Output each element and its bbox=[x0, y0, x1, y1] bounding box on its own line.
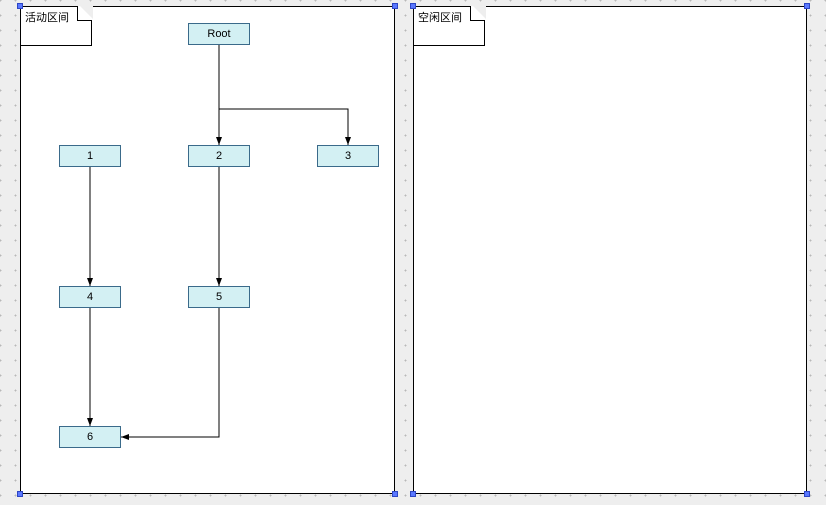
panel-title-label: 活动区间 bbox=[25, 9, 69, 25]
selection-handle-tl[interactable] bbox=[17, 3, 23, 9]
node-label: 3 bbox=[345, 150, 351, 162]
selection-handle-bl[interactable] bbox=[17, 491, 23, 497]
panel-title-tab: 空闲区间 bbox=[413, 6, 485, 46]
node-4[interactable]: 4 bbox=[59, 286, 121, 308]
node-label: 1 bbox=[87, 150, 93, 162]
node-label: 6 bbox=[87, 431, 93, 443]
panel-active-area[interactable]: 活动区间 Root 1 2 3 4 5 6 bbox=[20, 6, 395, 494]
node-3[interactable]: 3 bbox=[317, 145, 379, 167]
panel-idle-area[interactable]: 空闲区间 bbox=[413, 6, 807, 494]
selection-handle-tr[interactable] bbox=[804, 3, 810, 9]
panel-title-label: 空闲区间 bbox=[418, 9, 462, 25]
node-2[interactable]: 2 bbox=[188, 145, 250, 167]
selection-handle-bl[interactable] bbox=[410, 491, 416, 497]
node-6[interactable]: 6 bbox=[59, 426, 121, 448]
node-5[interactable]: 5 bbox=[188, 286, 250, 308]
selection-handle-tr[interactable] bbox=[392, 3, 398, 9]
selection-handle-br[interactable] bbox=[392, 491, 398, 497]
node-root[interactable]: Root bbox=[188, 23, 250, 45]
selection-handle-br[interactable] bbox=[804, 491, 810, 497]
node-label: 4 bbox=[87, 291, 93, 303]
edges-layer bbox=[21, 7, 394, 493]
panel-title-tab: 活动区间 bbox=[20, 6, 92, 46]
node-label: 5 bbox=[216, 291, 222, 303]
node-1[interactable]: 1 bbox=[59, 145, 121, 167]
panel-title-fold-icon bbox=[77, 6, 92, 21]
panel-title-fold-icon bbox=[470, 6, 485, 21]
node-label: 2 bbox=[216, 150, 222, 162]
selection-handle-tl[interactable] bbox=[410, 3, 416, 9]
node-label: Root bbox=[207, 28, 230, 40]
